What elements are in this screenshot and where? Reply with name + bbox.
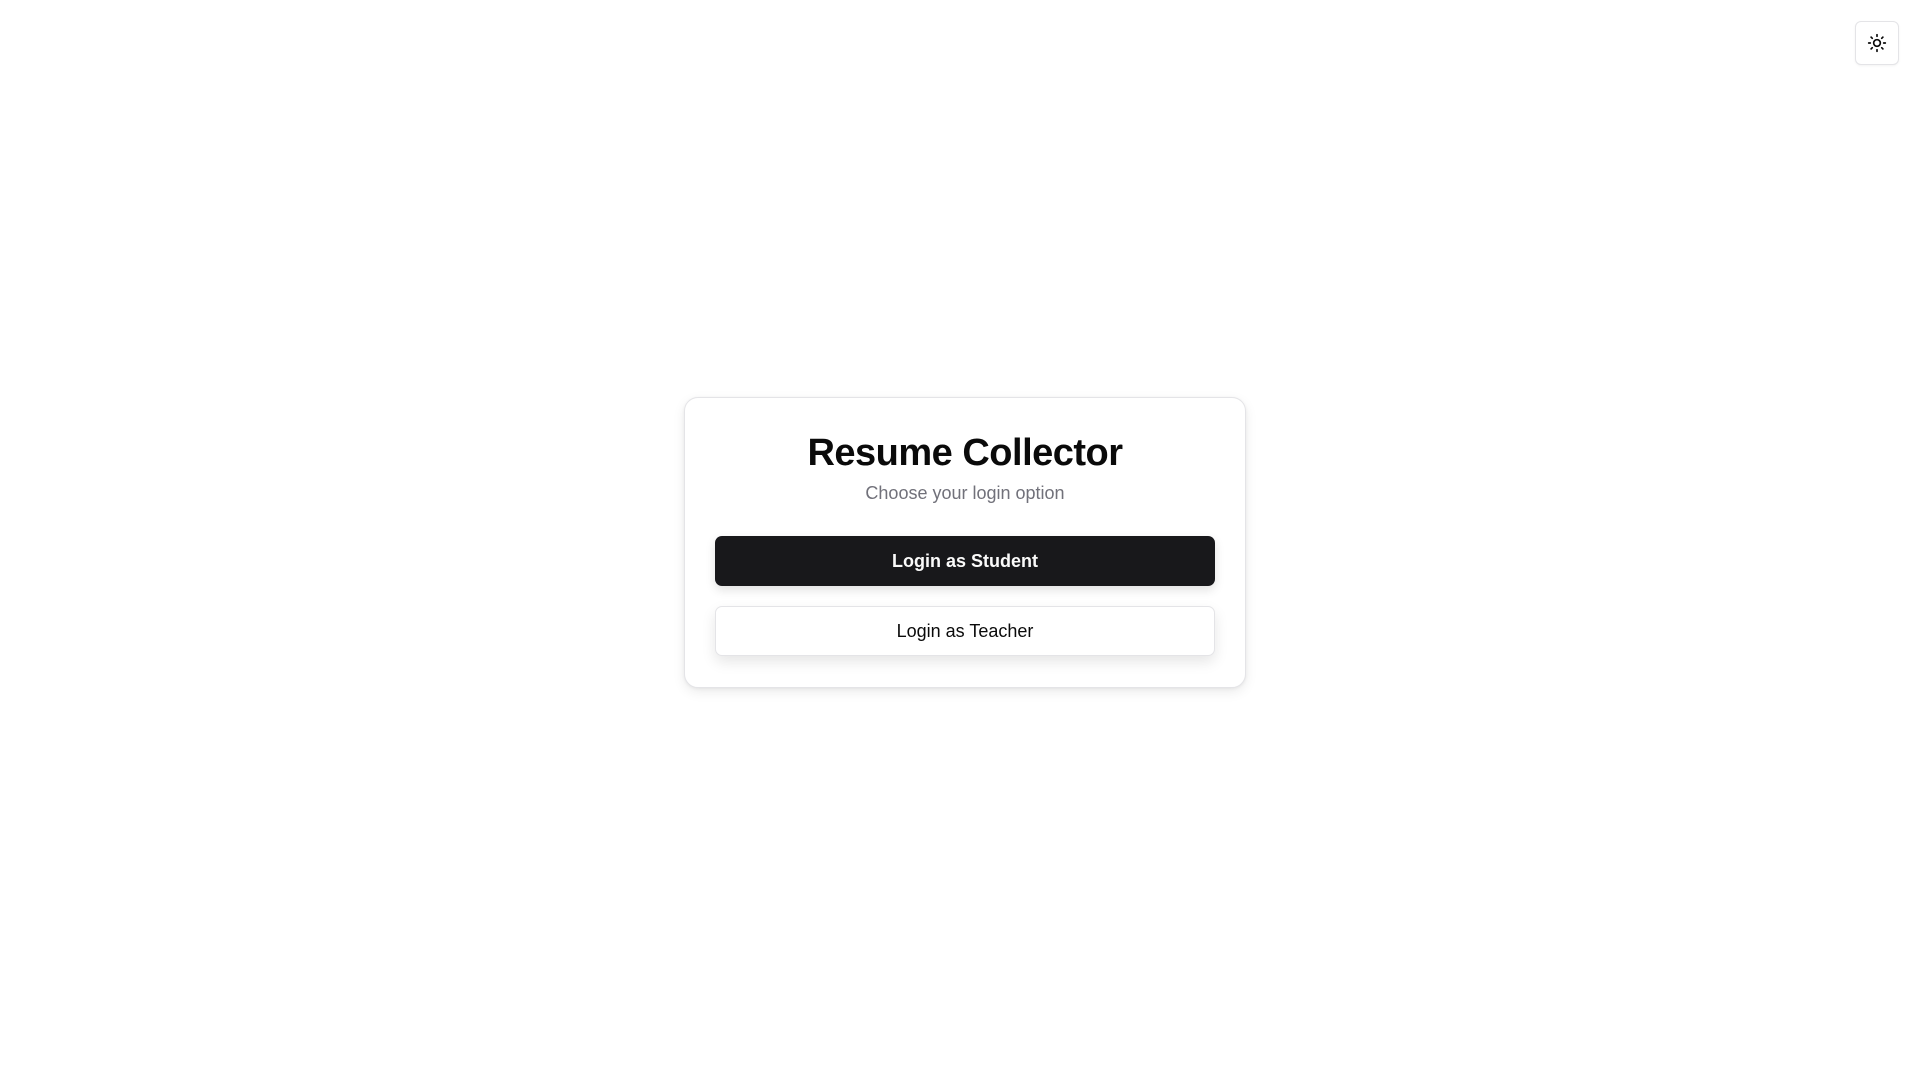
page-subtitle: Choose your login option (865, 483, 1065, 503)
sun-icon (1867, 33, 1887, 53)
login-teacher-button[interactable]: Login as Teacher (715, 606, 1215, 656)
theme-toggle-button[interactable] (1855, 21, 1899, 65)
login-card: Resume Collector Choose your login optio… (684, 397, 1246, 688)
page: Resume Collector Choose your login optio… (0, 0, 1920, 1080)
login-student-button[interactable]: Login as Student (715, 536, 1215, 586)
page-title: Resume Collector (807, 432, 1123, 474)
